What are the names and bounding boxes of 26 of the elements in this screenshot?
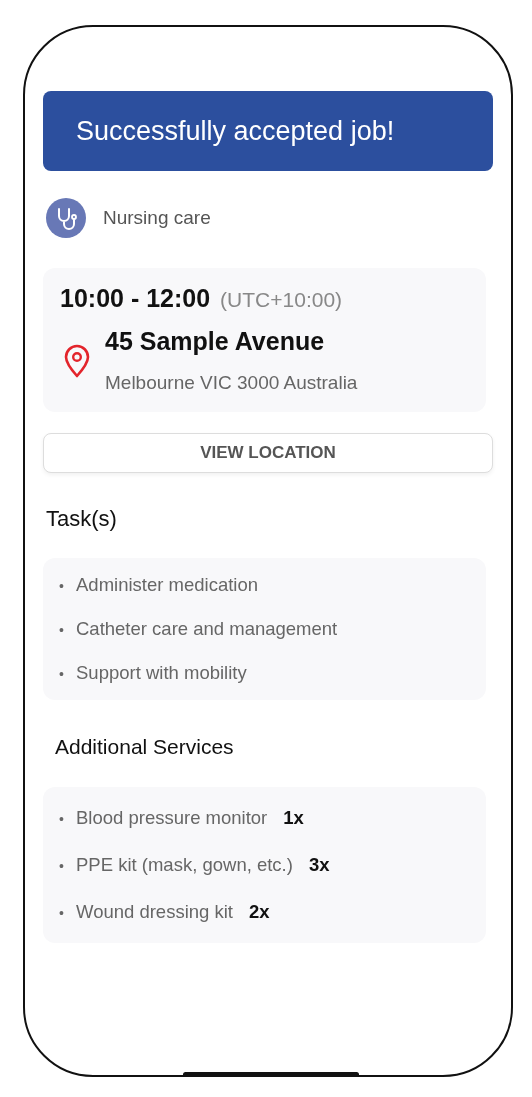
bullet: • (59, 622, 65, 638)
location-pin-icon (63, 343, 91, 378)
city-address: Melbourne VIC 3000 Australia (105, 372, 358, 394)
service-item: Blood pressure monitor (76, 807, 268, 829)
time-range: 10:00 - 12:00 (60, 284, 211, 313)
bullet: • (59, 811, 65, 827)
service-quantity: 2x (249, 901, 270, 923)
banner-text: Successfully accepted job! (76, 115, 395, 147)
bullet: • (59, 905, 65, 921)
task-item: Catheter care and management (76, 618, 338, 640)
section-heading: Task(s) (46, 506, 118, 532)
section-heading: Additional Services (55, 735, 235, 759)
service-item: PPE kit (mask, gown, etc.) (76, 854, 293, 876)
service-quantity: 1x (283, 807, 304, 829)
view-location-button[interactable]: VIEW LOCATION (43, 433, 493, 473)
category-label: Nursing care (103, 207, 211, 229)
task-item: Support with mobility (76, 662, 247, 684)
bullet: • (59, 858, 65, 874)
street-address: 45 Sample Avenue (105, 327, 326, 356)
stethoscope-icon (46, 198, 86, 238)
service-item: Wound dressing kit (76, 901, 233, 923)
service-quantity: 3x (308, 854, 330, 876)
task-item: Administer medication (76, 574, 258, 596)
bullet: • (59, 578, 65, 594)
bullet: • (59, 666, 65, 682)
timezone: (UTC+10:00) (220, 288, 343, 312)
